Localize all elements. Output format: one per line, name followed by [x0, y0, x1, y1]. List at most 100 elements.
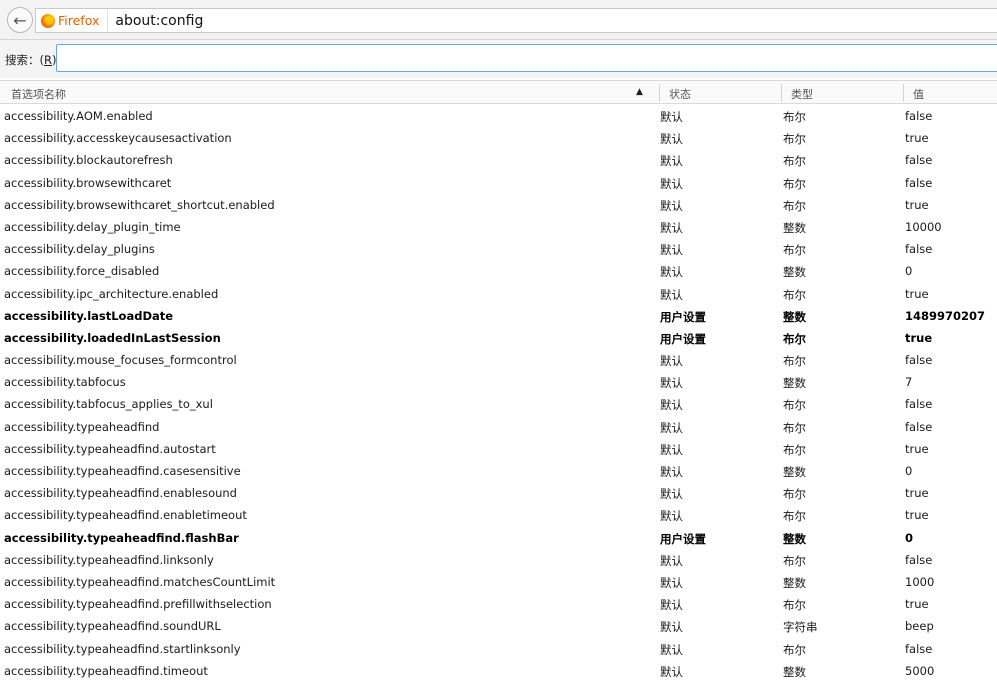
pref-type: 布尔 — [783, 487, 806, 502]
pref-name: accessibility.force_disabled — [4, 264, 160, 279]
table-row[interactable]: accessibility.typeaheadfind.enablesound 默… — [0, 482, 997, 504]
table-row[interactable]: accessibility.typeaheadfind.casesensitiv… — [0, 460, 997, 482]
table-row[interactable]: accessibility.typeaheadfind.soundURL 默认 字符… — [0, 615, 997, 637]
pref-value: false — [905, 419, 933, 434]
pref-value: true — [905, 508, 929, 523]
pref-status: 默认 — [660, 598, 683, 613]
pref-name: accessibility.tabfocus_applies_to_xul — [4, 397, 213, 412]
pref-name: accessibility.typeaheadfind.autostart — [4, 441, 216, 456]
table-row[interactable]: accessibility.typeaheadfind.enabletimeou… — [0, 504, 997, 526]
pref-value: false — [905, 353, 933, 368]
pref-name: accessibility.delay_plugins — [4, 242, 155, 257]
table-row[interactable]: accessibility.tabfocus 默认 整数 7 — [0, 371, 997, 393]
pref-status: 用户设置 — [660, 531, 706, 546]
pref-value: true — [905, 441, 929, 456]
pref-value: true — [905, 330, 933, 345]
column-divider[interactable] — [659, 84, 660, 102]
browser-brand-label: Firefox — [58, 13, 100, 28]
pref-status: 默认 — [660, 420, 683, 435]
pref-value: 0 — [905, 530, 914, 545]
browser-toolbar: ← Firefox about:config — [0, 0, 997, 40]
sort-ascending-icon: ▲ — [636, 87, 643, 97]
pref-value: 1000 — [905, 574, 935, 589]
site-identity[interactable]: Firefox — [36, 9, 109, 32]
column-header-value[interactable]: 值 — [913, 86, 924, 102]
pref-status: 默认 — [660, 664, 683, 679]
back-arrow-icon: ← — [13, 10, 27, 30]
pref-type: 布尔 — [783, 420, 806, 435]
pref-status: 用户设置 — [660, 331, 706, 346]
table-row[interactable]: accessibility.delay_plugin_time 默认 整数 10000 — [0, 216, 997, 238]
search-input[interactable] — [56, 44, 997, 72]
pref-name: accessibility.blockautorefresh — [4, 153, 173, 168]
firefox-logo-icon — [41, 13, 55, 28]
table-row[interactable]: accessibility.typeaheadfind.flashBar 用户设置… — [0, 527, 997, 549]
pref-name: accessibility.lastLoadDate — [4, 308, 174, 323]
pref-value: 0 — [905, 264, 913, 279]
pref-type: 布尔 — [783, 509, 806, 524]
table-row[interactable]: accessibility.ipc_architecture.enabled 默认… — [0, 283, 997, 305]
table-row[interactable]: accessibility.force_disabled 默认 整数 0 — [0, 260, 997, 282]
pref-name: accessibility.typeaheadfind.casesensitiv… — [4, 464, 241, 478]
pref-status: 默认 — [660, 575, 683, 590]
table-row[interactable]: accessibility.typeaheadfind.linksonly 默认 布… — [0, 549, 997, 571]
pref-type: 布尔 — [783, 132, 806, 147]
pref-name: accessibility.typeaheadfind.matchesCount… — [4, 574, 276, 589]
table-row[interactable]: accessibility.typeaheadfind.matchesCount… — [0, 571, 997, 593]
column-header-status[interactable]: 状态 — [669, 86, 691, 102]
table-row[interactable]: accessibility.accesskeycausesactivation 默… — [0, 127, 997, 149]
pref-name: accessibility.typeaheadfind.prefillwiths… — [4, 597, 272, 612]
table-row[interactable]: accessibility.delay_plugins 默认 布尔 false — [0, 238, 997, 260]
column-header-type[interactable]: 类型 — [791, 86, 813, 102]
pref-type: 整数 — [783, 575, 806, 590]
pref-name: accessibility.typeaheadfind.linksonly — [4, 552, 214, 567]
pref-status: 默认 — [660, 176, 683, 191]
pref-name: accessibility.typeaheadfind.startlinkson… — [4, 641, 241, 656]
pref-name: accessibility.accesskeycausesactivation — [4, 131, 232, 146]
pref-name: accessibility.browsewithcaret — [4, 175, 172, 190]
pref-type: 整数 — [783, 531, 806, 546]
table-row[interactable]: accessibility.typeaheadfind 默认 布尔 false — [0, 416, 997, 438]
table-row[interactable]: accessibility.typeaheadfind.prefillwiths… — [0, 593, 997, 615]
table-row[interactable]: accessibility.mouse_focuses_formcontrol 默… — [0, 349, 997, 371]
pref-type: 布尔 — [783, 110, 806, 124]
table-header: 首选项名称 ▲ 状态 类型 值 — [0, 80, 997, 104]
pref-value: 5000 — [905, 663, 935, 678]
pref-value: beep — [905, 619, 934, 634]
pref-name: accessibility.typeaheadfind.timeout — [4, 663, 208, 678]
table-row[interactable]: accessibility.typeaheadfind.startlinkson… — [0, 638, 997, 660]
table-row[interactable]: accessibility.loadedInLastSession 用户设置 布尔 t… — [0, 327, 997, 349]
pref-type: 布尔 — [783, 553, 806, 568]
column-divider[interactable] — [781, 84, 782, 102]
pref-type: 整数 — [783, 376, 806, 391]
pref-status: 默认 — [660, 287, 683, 302]
pref-status: 用户设置 — [660, 309, 706, 324]
table-row[interactable]: accessibility.typeaheadfind.autostart 默认 布… — [0, 438, 997, 460]
search-label: 搜索：(R) — [5, 53, 57, 67]
table-row[interactable]: accessibility.AOM.enabled 默认 布尔 false — [0, 105, 997, 127]
pref-type: 布尔 — [783, 398, 806, 413]
table-row[interactable]: accessibility.browsewithcaret 默认 布尔 false — [0, 172, 997, 194]
url-bar[interactable]: Firefox about:config — [35, 8, 997, 33]
table-row[interactable]: accessibility.browsewithcaret_shortcut.e… — [0, 194, 997, 216]
pref-value: false — [905, 109, 933, 123]
table-row[interactable]: accessibility.typeaheadfind.timeout 默认 整数 5… — [0, 660, 997, 682]
pref-status: 默认 — [660, 198, 683, 213]
column-header-name[interactable]: 首选项名称 — [11, 86, 66, 102]
table-row[interactable]: accessibility.blockautorefresh 默认 布尔 false — [0, 149, 997, 171]
pref-status: 默认 — [660, 376, 683, 391]
pref-value: true — [905, 286, 929, 301]
pref-value: true — [905, 597, 929, 612]
pref-value: false — [905, 175, 933, 190]
column-divider[interactable] — [903, 84, 904, 102]
back-button[interactable]: ← — [7, 7, 33, 33]
table-row[interactable]: accessibility.tabfocus_applies_to_xul 默认 布… — [0, 393, 997, 415]
pref-value: 7 — [905, 375, 913, 390]
pref-status: 默认 — [660, 220, 683, 235]
pref-name: accessibility.typeaheadfind.enabletimeou… — [4, 508, 247, 523]
table-row[interactable]: accessibility.lastLoadDate 用户设置 整数 14899702… — [0, 305, 997, 327]
pref-name: accessibility.delay_plugin_time — [4, 219, 181, 234]
pref-type: 布尔 — [783, 154, 806, 169]
pref-name: accessibility.mouse_focuses_formcontrol — [4, 353, 237, 368]
url-text[interactable]: about:config — [108, 13, 203, 29]
